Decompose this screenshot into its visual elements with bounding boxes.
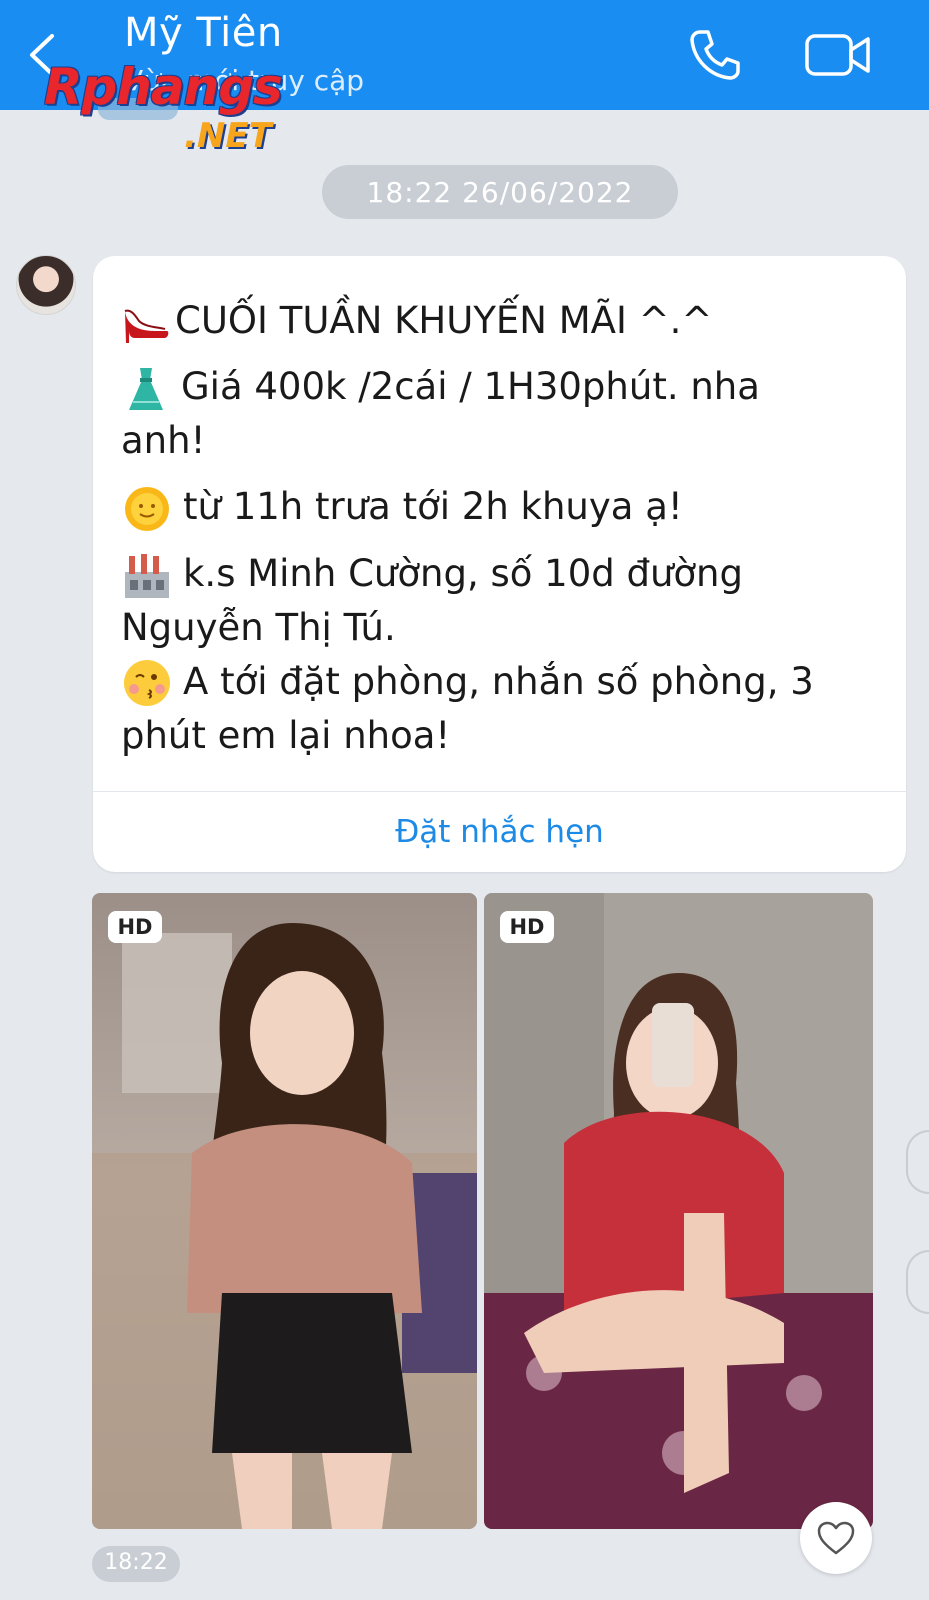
- watermark-logo: Rphangs .NET: [44, 58, 334, 158]
- message-bubble[interactable]: CUỐI TUẦN KHUYẾN MÃI ^.^ Giá 400k /2cái …: [93, 256, 906, 872]
- kiss-face-icon: [124, 660, 170, 706]
- line-text: Giá 400k /2cái / 1H30phút. nha: [181, 365, 760, 408]
- message-text: CUỐI TUẦN KHUYẾN MÃI ^.^ Giá 400k /2cái …: [121, 294, 881, 763]
- message-line: phút em lại nhoa!: [121, 709, 881, 763]
- scroll-edge: [906, 1130, 929, 1194]
- line-text: k.s Minh Cường, số 10d đường: [183, 551, 743, 595]
- line-text: anh!: [121, 419, 206, 462]
- date-separator: 18:22 26/06/2022: [322, 165, 678, 219]
- hd-badge: HD: [500, 911, 554, 943]
- message-line: anh!: [121, 414, 881, 468]
- message-line: A tới đặt phòng, nhắn số phòng, 3: [121, 655, 881, 710]
- photo-image: [92, 893, 477, 1529]
- message-line: Nguyễn Thị Tú.: [121, 601, 881, 655]
- message-time: 18:22: [92, 1546, 180, 1582]
- hd-badge: HD: [108, 911, 162, 943]
- video-camera-icon[interactable]: [804, 30, 872, 80]
- line-text: phút em lại nhoa!: [121, 714, 451, 757]
- high-heel-icon: [124, 309, 169, 343]
- contact-name[interactable]: Mỹ Tiên: [124, 10, 283, 56]
- watermark-brand: Rphangs: [44, 58, 283, 116]
- scroll-edge: [906, 1250, 929, 1314]
- message-line: CUỐI TUẦN KHUYẾN MÃI ^.^: [121, 294, 881, 348]
- sun-icon: [125, 486, 169, 531]
- message-line: Giá 400k /2cái / 1H30phút. nha: [121, 360, 881, 414]
- phone-icon[interactable]: [686, 26, 744, 84]
- line-text: từ 11h trưa tới 2h khuya ạ!: [183, 485, 683, 528]
- like-button[interactable]: [800, 1502, 872, 1574]
- message-line: k.s Minh Cường, số 10d đường: [121, 547, 881, 601]
- avatar[interactable]: [16, 255, 76, 315]
- line-text: A tới đặt phòng, nhắn số phòng, 3: [183, 659, 814, 703]
- photo-red-shirt[interactable]: HD: [484, 893, 873, 1529]
- line-text: Nguyễn Thị Tú.: [121, 605, 396, 649]
- watermark-suffix: .NET: [184, 116, 272, 156]
- heart-icon: [817, 1521, 855, 1555]
- message-line: từ 11h trưa tới 2h khuya ạ!: [121, 480, 881, 535]
- photo-pink-shirt[interactable]: HD: [92, 893, 477, 1529]
- dress-icon: [129, 367, 163, 410]
- set-reminder-button[interactable]: Đặt nhắc hẹn: [93, 792, 906, 872]
- factory-icon: [125, 554, 169, 598]
- line-text: CUỐI TUẦN KHUYẾN MÃI ^.^: [175, 299, 713, 342]
- photo-image: [484, 893, 873, 1529]
